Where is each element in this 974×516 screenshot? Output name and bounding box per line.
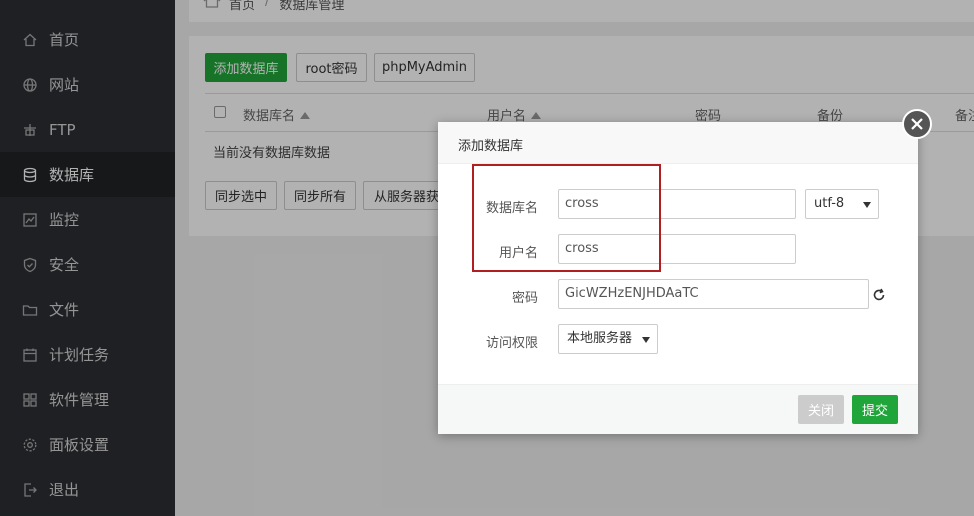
charset-select[interactable]: utf-8: [805, 189, 879, 219]
access-select[interactable]: 本地服务器: [558, 324, 658, 354]
dialog-title: 添加数据库: [458, 139, 524, 154]
highlight-annotation-box: [472, 164, 661, 272]
close-icon: [911, 118, 923, 130]
dialog-header: 添加数据库: [438, 122, 918, 164]
refresh-icon[interactable]: [872, 288, 886, 302]
dialog-footer: 关闭 提交: [438, 384, 918, 434]
password-label: 密码: [511, 291, 538, 306]
chevron-down-icon: [642, 337, 650, 343]
close-dialog-button[interactable]: [902, 109, 932, 139]
chevron-down-icon: [863, 202, 871, 208]
password-input[interactable]: GicWZHzENJHDAaTC: [558, 279, 869, 309]
submit-button[interactable]: 提交: [852, 395, 898, 424]
access-label: 访问权限: [485, 336, 538, 351]
close-button[interactable]: 关闭: [798, 395, 844, 424]
